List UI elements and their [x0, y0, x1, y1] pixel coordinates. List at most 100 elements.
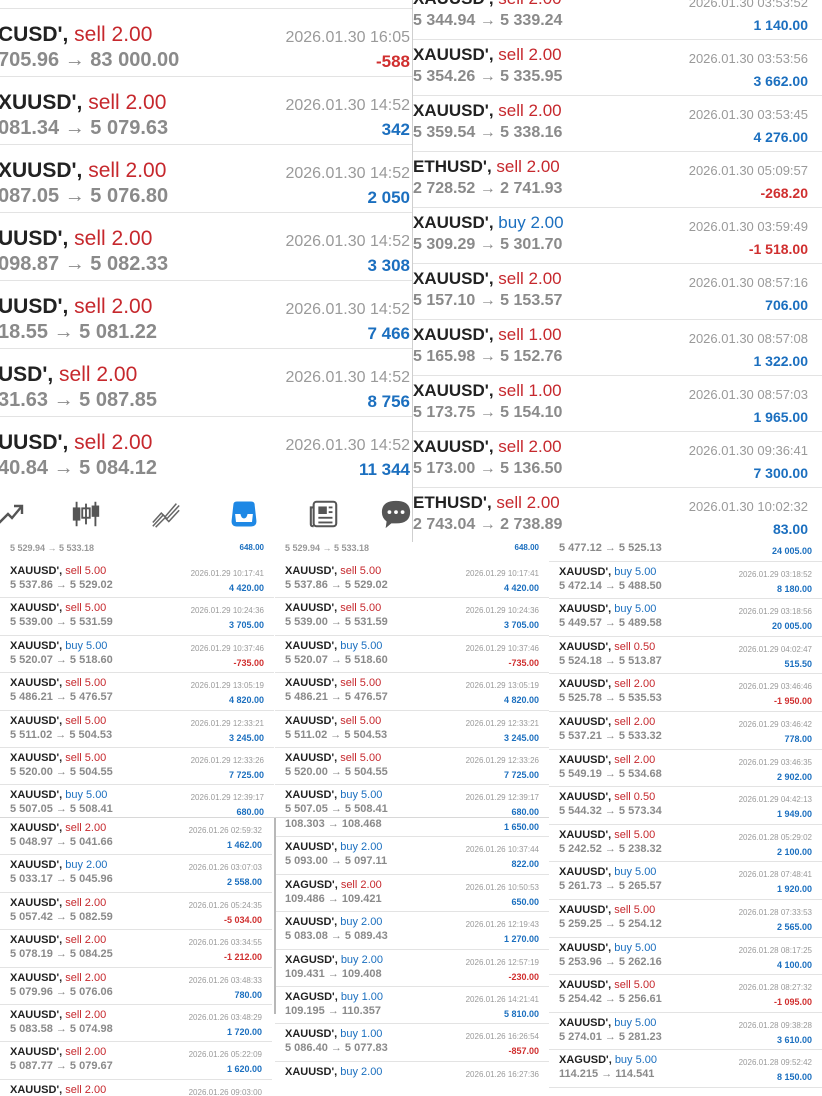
- volume: 5.00: [361, 789, 383, 802]
- trade-row[interactable]: XUUSD', sell 2.00 087.05 → 5 076.80 2026.0…: [0, 145, 412, 213]
- trade-row[interactable]: XAUUSD', sell 2.00 5 359.54 → 5 338.16 202…: [413, 96, 822, 152]
- timestamp: 2026.01.30 14:52: [285, 301, 410, 318]
- profit: 1 949.00: [776, 809, 812, 820]
- trade-row[interactable]: XAUUSD', buy 2.00 5 083.08 → 5 089.43 2026…: [275, 912, 549, 950]
- trade-row[interactable]: UUSD', sell 2.00 40.84 → 5 084.12 2026.01.…: [0, 417, 412, 483]
- trade-row[interactable]: XAUUSD', buy 5.00 5 274.01 → 5 281.23 2026…: [549, 1013, 822, 1051]
- trade-row[interactable]: XAUUSD', sell 5.00 5 520.00 → 5 504.55 202…: [275, 748, 549, 786]
- trade-row[interactable]: XAUUSD', sell 5.00 5 254.42 → 5 256.61 202…: [549, 975, 822, 1013]
- volume: 2.00: [96, 363, 138, 386]
- price-range: 31.63 → 5 087.85: [0, 389, 158, 411]
- trade-row[interactable]: XAUUSD', sell 5.00 5 537.86 → 5 529.02 202…: [275, 561, 549, 599]
- trade-row[interactable]: 108.303 → 108.468 1 650.00: [275, 818, 549, 838]
- trade-row[interactable]: CUSD', sell 2.00 705.96 → 83 000.00 2026.0…: [0, 9, 412, 77]
- trade-row[interactable]: XAUUSD', buy 2.00 5 093.00 → 5 097.11 2026…: [275, 837, 549, 875]
- trade-row[interactable]: UUSD', sell 2.00 18.55 → 5 081.22 2026.01.…: [0, 281, 412, 349]
- volume: 2.00: [111, 431, 153, 454]
- trade-row[interactable]: XAUUSD', sell 2.00 5 083.58 → 5 074.98 202…: [0, 1005, 272, 1043]
- trade-row[interactable]: 5 477.12 → 5 525.13 24 005.00: [549, 542, 822, 562]
- trade-row[interactable]: ETHUSD', sell 2.00 2 728.52 → 2 741.93 202…: [413, 152, 822, 208]
- trade-icon[interactable]: [0, 498, 26, 530]
- trade-row[interactable]: XAUUSD', buy 2.00 2026.01.26 16:27:36: [275, 1062, 549, 1096]
- price-range: 5 274.01 → 5 281.23: [559, 1030, 662, 1043]
- price-range: 5 173.75 → 5 154.10: [413, 404, 563, 421]
- symbol: XAUUSD': [413, 213, 489, 232]
- trade-row[interactable]: XAUUSD', sell 2.00 5 525.78 → 5 535.53 202…: [549, 674, 822, 712]
- volume: 5.00: [633, 903, 656, 916]
- trade-row[interactable]: XAUUSD', sell 0.50 5 524.18 → 5 513.87 202…: [549, 637, 822, 675]
- price-range: 5 549.19 → 5 534.68: [559, 767, 662, 780]
- trade-row[interactable]: XAUUSD', sell 5.00 5 539.00 → 5 531.59 202…: [0, 598, 274, 636]
- trade-title: XAUUSD', sell 2.00: [413, 0, 562, 9]
- symbol: XAUUSD': [559, 715, 609, 728]
- news-icon[interactable]: [308, 498, 340, 530]
- trade-row[interactable]: XAUUSD', sell 2.00 2026.01.26 09:03:00: [0, 1080, 272, 1096]
- symbol: XAUUSD': [10, 971, 60, 984]
- trade-row[interactable]: XAGUSD', buy 2.00 109.431 → 109.408 2026.0…: [275, 950, 549, 987]
- trade-row[interactable]: XAUUSD', buy 1.00 5 086.40 → 5 077.83 2026…: [275, 1024, 549, 1062]
- trade-row[interactable]: XAUUSD', sell 5.00 5 259.25 → 5 254.12 202…: [549, 900, 822, 938]
- trade-row[interactable]: XAUUSD', sell 5.00 5 242.52 → 5 238.32 202…: [549, 825, 822, 863]
- trade-row[interactable]: USD', sell 2.00 31.63 → 5 087.85 2026.01.3…: [0, 349, 412, 417]
- symbol: XAUUSD': [559, 678, 609, 691]
- trade-row[interactable]: XAUUSD', sell 5.00 5 486.21 → 5 476.57 202…: [275, 673, 549, 711]
- trade-row[interactable]: XAGUSD', buy 5.00 114.215 → 114.541 2026.0…: [549, 1050, 822, 1088]
- trade-row[interactable]: XAUUSD', sell 5.00 5 537.86 → 5 529.02 202…: [0, 561, 274, 599]
- price-range: 40.84 → 5 084.12: [0, 457, 158, 479]
- trade-row[interactable]: XAUUSD', buy 5.00 5 520.07 → 5 518.60 2026…: [275, 636, 549, 674]
- symbol: XAUUSD': [413, 0, 489, 8]
- bottom-center-trade-history-panel: 108.303 → 108.468 1 650.00 XAUUSD', buy 2.…: [275, 818, 549, 1096]
- chat-icon[interactable]: [380, 498, 412, 530]
- profit: 1 140.00: [753, 17, 809, 33]
- profit: 8 180.00: [776, 583, 812, 594]
- timestamp: 2026.01.29 10:37:46: [465, 643, 539, 653]
- trade-row[interactable]: XAUUSD', sell 5.00 5 539.00 → 5 531.59 202…: [275, 598, 549, 636]
- trade-row[interactable]: XAUUSD', sell 2.00 5 344.94 → 5 339.24 202…: [413, 0, 822, 40]
- trade-row[interactable]: XAUUSD', sell 5.00 5 511.02 → 5 504.53 202…: [275, 711, 549, 748]
- trade-row[interactable]: UUSD', sell 2.00 098.87 → 5 082.33 2026.01…: [0, 213, 412, 281]
- trade-row[interactable]: XAUUSD', sell 2.00 5 157.10 → 5 153.57 202…: [413, 264, 822, 320]
- trade-row[interactable]: ETHUSD', sell 2.00 2 743.04 → 2 738.89 202…: [413, 488, 822, 542]
- trade-row[interactable]: XAUUSD', sell 5.00 5 520.00 → 5 504.55 202…: [0, 748, 274, 786]
- trade-row[interactable]: XAUUSD', sell 0.50 5 544.32 → 5 573.34 202…: [549, 787, 822, 825]
- candlestick-icon[interactable]: [70, 498, 102, 530]
- profit: 83.00: [772, 521, 808, 537]
- trade-row[interactable]: XAUUSD', buy 5.00 5 472.14 → 5 488.50 2026…: [549, 562, 822, 600]
- volume: 2.00: [528, 101, 562, 120]
- trade-row[interactable]: XAUUSD', sell 2.00 5 078.19 → 5 084.25 202…: [0, 930, 272, 968]
- trade-row[interactable]: XAUUSD', sell 2.00 5 087.77 → 5 079.67 202…: [0, 1042, 272, 1080]
- trade-row[interactable]: XAUUSD', buy 2.00 5 309.29 → 5 301.70 2026…: [413, 208, 822, 264]
- volume: 2.00: [361, 916, 383, 929]
- trade-row[interactable]: XAUUSD', sell 2.00 5 057.42 → 5 082.59 202…: [0, 893, 272, 931]
- trade-row[interactable]: XAUUSD', sell 2.00 5 079.96 → 5 076.06 202…: [0, 968, 272, 1005]
- trade-row[interactable]: XAUUSD', sell 1.00 5 165.98 → 5 152.76 202…: [413, 320, 822, 376]
- trade-row[interactable]: XAUUSD', sell 1.00 5 173.75 → 5 154.10 202…: [413, 376, 822, 432]
- trade-row[interactable]: XAUUSD', sell 5.00 5 486.21 → 5 476.57 202…: [0, 673, 274, 711]
- history-inbox-icon[interactable]: [228, 498, 260, 530]
- profit: 3 245.00: [228, 732, 264, 743]
- side: buy: [614, 1016, 632, 1029]
- trade-row[interactable]: XAUUSD', sell 2.00 5 549.19 → 5 534.68 202…: [549, 750, 822, 788]
- trade-row[interactable]: XAUUSD', buy 5.00 5 520.07 → 5 518.60 2026…: [0, 636, 274, 674]
- trade-row[interactable]: XAGUSD', sell 2.00 109.486 → 109.421 2026.…: [275, 875, 549, 913]
- profit: 3 610.00: [776, 1034, 812, 1045]
- trade-row[interactable]: XAUUSD', sell 2.00 5 537.21 → 5 533.32 202…: [549, 712, 822, 750]
- timestamp: 2026.01.29 13:05:19: [465, 681, 539, 691]
- trade-list: 5 477.12 → 5 525.13 24 005.00 XAUUSD', buy…: [549, 542, 822, 1088]
- trade-row[interactable]: XAUUSD', sell 2.00 5 048.97 → 5 041.66 202…: [0, 818, 272, 856]
- trade-row[interactable]: XAUUSD', buy 5.00 5 261.73 → 5 265.57 2026…: [549, 862, 822, 900]
- trade-row[interactable]: XAGUSD', buy 1.00 109.195 → 110.357 2026.0…: [275, 987, 549, 1025]
- trade-row[interactable]: XAUUSD', sell 2.00 5 173.00 → 5 136.50 202…: [413, 432, 822, 488]
- symbol: XAUUSD': [285, 789, 335, 802]
- chart-line-icon[interactable]: [150, 498, 182, 530]
- profit: 7 725.00: [228, 769, 264, 780]
- trade-row[interactable]: XAUUSD', sell 5.00 5 511.02 → 5 504.53 202…: [0, 711, 274, 748]
- trade-row[interactable]: XAUUSD', buy 5.00 5 449.57 → 5 489.58 2026…: [549, 599, 822, 637]
- symbol: UUSD': [0, 431, 63, 454]
- trade-row[interactable]: XAUUSD', sell 2.00 5 354.26 → 5 335.95 202…: [413, 40, 822, 96]
- volume: 2.00: [111, 227, 153, 250]
- trade-row[interactable]: XUUSD', sell 2.00 081.34 → 5 079.63 2026.0…: [0, 77, 412, 145]
- trade-row[interactable]: XAUUSD', buy 2.00 5 033.17 → 5 045.96 2026…: [0, 855, 272, 893]
- side: buy: [65, 859, 83, 872]
- trade-row[interactable]: XAUUSD', buy 5.00 5 253.96 → 5 262.16 2026…: [549, 938, 822, 976]
